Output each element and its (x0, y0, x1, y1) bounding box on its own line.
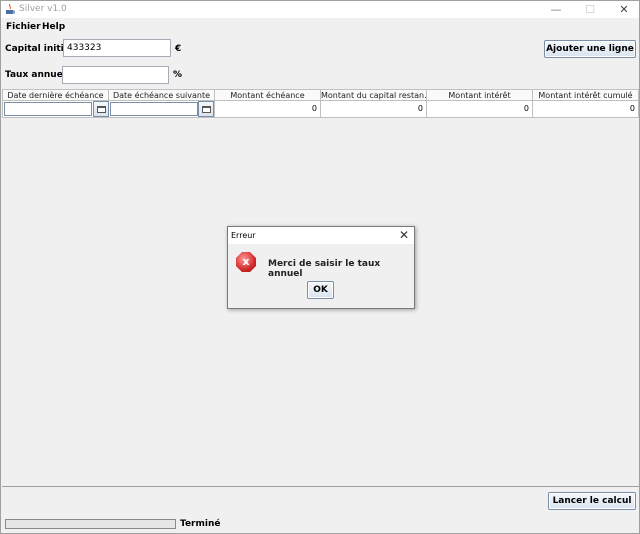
calendar-button[interactable] (198, 101, 214, 117)
dialog-message: Merci de saisir le taux annuel (268, 259, 381, 279)
interet-cumule-cell[interactable]: 0 (533, 101, 639, 118)
ok-button[interactable]: OK (307, 281, 334, 299)
menu-bar: Fichier Help (1, 19, 639, 35)
dialog-close-icon[interactable]: ✕ (399, 228, 409, 243)
menu-help[interactable]: Help (42, 22, 65, 32)
error-dialog: Erreur ✕ x Merci de saisir le taux annue… (227, 226, 415, 309)
add-line-button[interactable]: Ajouter une ligne (544, 40, 636, 58)
capital-input[interactable]: 433323 (63, 39, 171, 57)
footer-panel: Lancer le calcul Terminé (1, 487, 639, 533)
table-header: Date dernière échéance Date échéance sui… (2, 89, 639, 101)
capital-restant-cell[interactable]: 0 (321, 101, 427, 118)
status-text: Terminé (180, 519, 221, 529)
taux-unit: % (173, 70, 183, 80)
montant-cell[interactable]: 0 (215, 101, 321, 118)
calendar-icon (97, 106, 106, 113)
title-bar[interactable]: Silver v1.0 — ☐ ✕ (1, 1, 639, 19)
column-header[interactable]: Montant du capital restan... (321, 89, 427, 101)
column-header[interactable]: Montant échéance (215, 89, 321, 101)
error-icon: x (236, 252, 256, 272)
maximize-button[interactable]: ☐ (573, 2, 607, 18)
java-app-icon (6, 4, 15, 14)
column-header[interactable]: Montant intérêt (427, 89, 533, 101)
interet-cell[interactable]: 0 (427, 101, 533, 118)
window-title: Silver v1.0 (19, 4, 67, 14)
date-last-cell[interactable] (2, 101, 109, 118)
date-next-input[interactable] (110, 102, 198, 116)
column-header[interactable]: Montant intérêt cumulé (533, 89, 639, 101)
dialog-title: Erreur (231, 231, 256, 240)
menu-fichier[interactable]: Fichier (6, 22, 41, 32)
column-header[interactable]: Date échéance suivante (109, 89, 215, 101)
taux-input[interactable] (62, 66, 169, 84)
progress-bar (5, 519, 176, 529)
date-next-cell[interactable] (109, 101, 215, 118)
table-row[interactable]: 0 0 0 0 (2, 101, 639, 118)
calendar-icon (202, 106, 211, 113)
calendar-button[interactable] (93, 101, 109, 117)
dialog-title-bar[interactable]: Erreur ✕ (228, 227, 414, 244)
close-window-button[interactable]: ✕ (607, 2, 640, 18)
app-window: Silver v1.0 — ☐ ✕ Fichier Help Capital i… (0, 0, 640, 534)
minimize-button[interactable]: — (539, 2, 573, 18)
capital-unit: € (175, 44, 182, 54)
run-calculation-button[interactable]: Lancer le calcul (548, 492, 636, 510)
column-header[interactable]: Date dernière échéance (2, 89, 109, 101)
date-last-input[interactable] (4, 102, 92, 116)
